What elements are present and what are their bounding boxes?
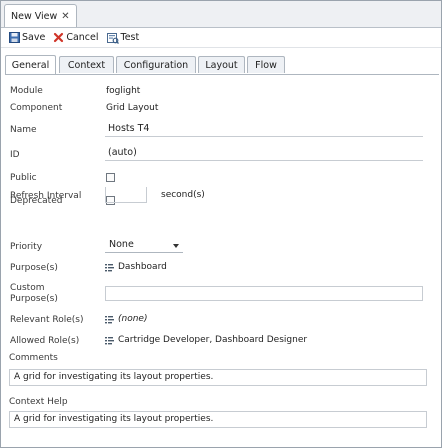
purposes-label: Purpose(s): [10, 263, 58, 273]
document-tab-title: New View: [11, 10, 58, 22]
cancel-label: Cancel: [66, 32, 99, 43]
id-field[interactable]: (auto): [105, 147, 423, 161]
purposes-link[interactable]: Dashboard: [105, 262, 167, 272]
document-tab[interactable]: New View ✕: [4, 4, 77, 27]
cancel-icon: [54, 32, 64, 43]
context-help-value: A grid for investigating its layout prop…: [14, 414, 214, 424]
refresh-interval-field[interactable]: [105, 187, 147, 203]
save-icon: [9, 32, 20, 43]
name-label: Name: [10, 125, 37, 135]
custom-purposes-label-line1: Custom: [10, 283, 45, 293]
component-label: Component: [10, 103, 63, 113]
cancel-button[interactable]: Cancel: [53, 32, 99, 43]
tab-general-label: General: [11, 59, 50, 71]
comments-textarea[interactable]: A grid for investigating its layout prop…: [9, 369, 427, 386]
id-label: ID: [10, 150, 20, 160]
test-label: Test: [120, 32, 140, 43]
priority-label: Priority: [10, 242, 43, 252]
test-icon: [106, 32, 119, 44]
refresh-interval-unit: second(s): [161, 190, 205, 200]
component-value: Grid Layout: [106, 103, 159, 113]
save-button[interactable]: Save: [9, 32, 45, 43]
name-field[interactable]: Hosts T4: [105, 123, 423, 137]
priority-select[interactable]: None: [105, 239, 183, 253]
allowed-roles-label: Allowed Role(s): [10, 336, 80, 346]
context-help-textarea[interactable]: A grid for investigating its layout prop…: [9, 411, 427, 428]
id-value: (auto): [108, 147, 137, 158]
tab-context[interactable]: Context: [59, 56, 114, 73]
refresh-interval-label: Refresh Interval: [10, 191, 82, 201]
tab-flow-label: Flow: [255, 59, 277, 71]
chevron-down-icon: [173, 244, 179, 248]
custom-purposes-field[interactable]: [105, 286, 423, 301]
relevant-roles-value: (none): [118, 314, 148, 324]
comments-label: Comments: [9, 353, 58, 363]
context-help-label: Context Help: [9, 397, 68, 407]
relevant-roles-link[interactable]: (none): [105, 314, 147, 324]
close-icon[interactable]: ✕: [61, 11, 69, 22]
document-tab-bar: New View ✕: [1, 1, 441, 28]
editor-tabs: General Context Configuration Layout Flo…: [5, 55, 439, 75]
custom-purposes-label-line2: Purpose(s): [10, 294, 58, 304]
save-label: Save: [22, 32, 46, 43]
purposes-value: Dashboard: [118, 262, 167, 272]
tab-general[interactable]: General: [5, 55, 56, 74]
tab-configuration[interactable]: Configuration: [116, 56, 196, 73]
priority-value: None: [109, 239, 134, 250]
public-label: Public: [10, 173, 37, 183]
view-editor-window: New View ✕ Save Cancel Test General Cont…: [0, 0, 442, 448]
name-value: Hosts T4: [108, 123, 150, 134]
module-value: foglight: [106, 86, 141, 96]
tab-layout[interactable]: Layout: [198, 56, 245, 73]
allowed-roles-value: Cartridge Developer, Dashboard Designer: [118, 335, 308, 345]
relevant-roles-label: Relevant Role(s): [10, 315, 84, 325]
comments-value: A grid for investigating its layout prop…: [14, 372, 214, 382]
tab-flow[interactable]: Flow: [247, 56, 285, 73]
list-icon: [105, 263, 114, 271]
tab-configuration-label: Configuration: [123, 59, 189, 71]
list-icon: [105, 336, 114, 344]
test-button[interactable]: Test: [106, 32, 140, 44]
module-label: Module: [10, 86, 43, 96]
public-checkbox[interactable]: [106, 173, 115, 182]
tab-context-label: Context: [67, 59, 106, 71]
toolbar: Save Cancel Test: [1, 28, 441, 48]
tab-layout-label: Layout: [205, 59, 238, 71]
list-icon: [105, 315, 114, 323]
allowed-roles-link[interactable]: Cartridge Developer, Dashboard Designer: [105, 335, 307, 345]
